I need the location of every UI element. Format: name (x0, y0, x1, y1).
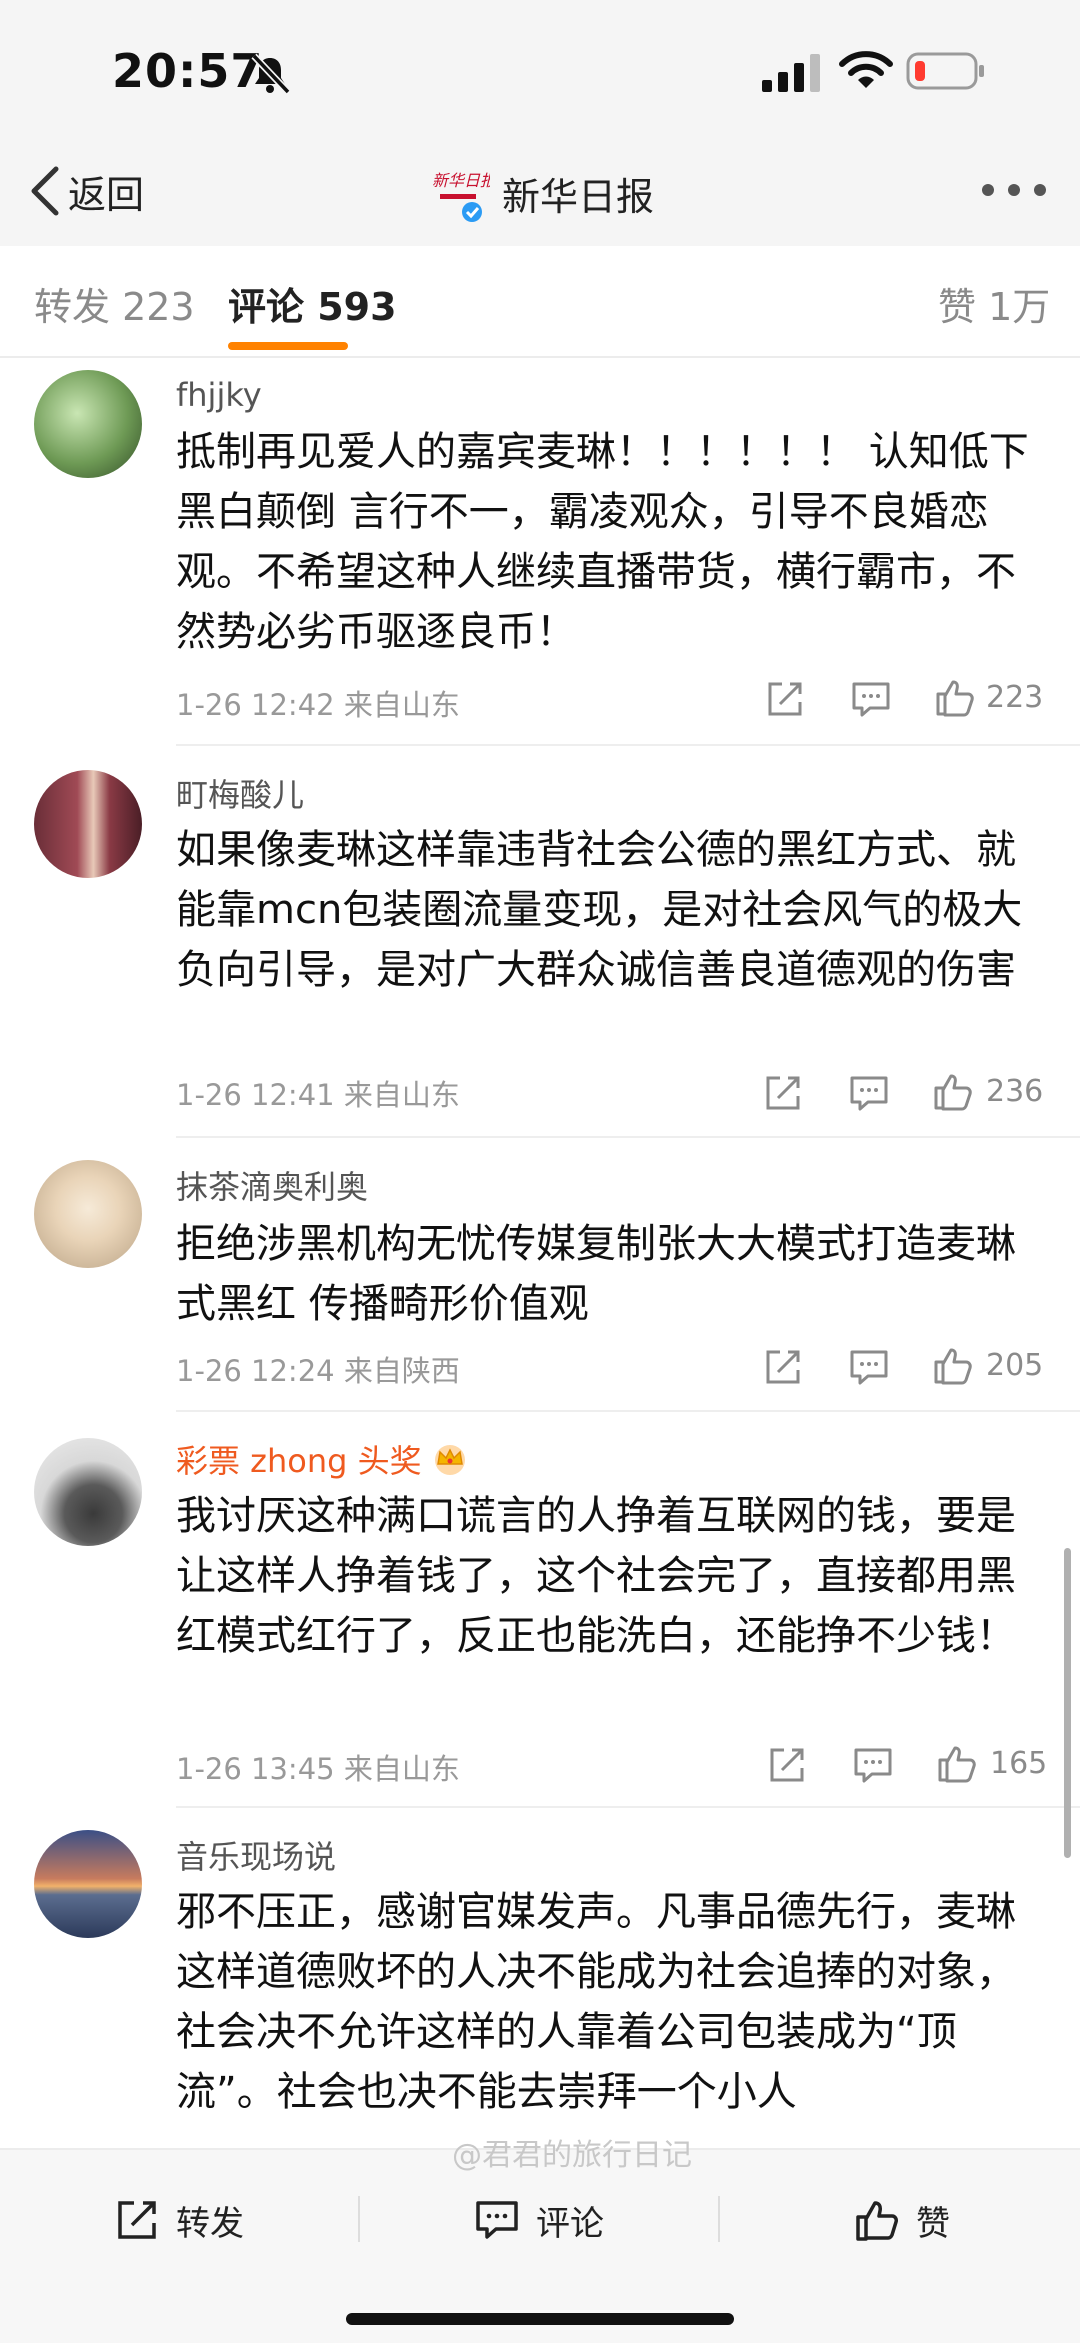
reply-icon[interactable] (848, 1346, 890, 1388)
comment-meta: 1-26 12:42 来自山东 (176, 688, 460, 722)
tab-like[interactable]: 赞 1万 (938, 276, 1050, 331)
like-count: 165 (990, 1746, 1048, 1781)
like-icon[interactable] (934, 676, 976, 718)
comment-divider (176, 1410, 1080, 1412)
comment-divider (176, 744, 1080, 746)
dot-icon (1034, 184, 1046, 196)
signal-icon (762, 54, 820, 92)
bell-muted-icon (251, 53, 291, 95)
tab-repost[interactable]: 转发 223 (34, 276, 195, 331)
comment-meta: 1-26 12:41 来自山东 (176, 1078, 460, 1112)
comment-text: 拒绝涉黑机构无忧传媒复制张大大模式打造麦琳式黑红 传播畸形价值观 (176, 1221, 1016, 1327)
status-time: 20:57 (112, 44, 264, 98)
comment-text: 抵制再见爱人的嘉宾麦琳！！！！！！ 认知低下 黑白颠倒 言行不一，霸凌观众，引导… (176, 429, 1029, 655)
back-button[interactable]: 返回 (28, 158, 144, 224)
comment-username-text: 彩票 zhong 头奖 (176, 1442, 422, 1480)
dot-icon (982, 184, 994, 196)
comment-username[interactable]: 音乐现场说 (176, 1832, 336, 1878)
comment-divider (176, 1806, 1080, 1808)
comment-button[interactable]: 评论 (474, 2190, 604, 2250)
scrollbar[interactable] (1064, 1548, 1071, 1858)
xinhua-daily-logo: 新华日报 (432, 171, 490, 222)
comment-username[interactable]: 抹茶滴奥利奥 (176, 1162, 368, 1208)
tab-comment[interactable]: 评论 593 (228, 276, 397, 331)
avatar[interactable] (34, 1160, 142, 1268)
watermark: @君君的旅行日记 (452, 2138, 692, 2173)
comment-text: 邪不压正，感谢官媒发声。凡事品德先行，麦琳这样道德败坏的人决不能成为社会追捧的对… (176, 1889, 1016, 2115)
battery-low-icon (906, 52, 984, 90)
bottom-action-bar: 转发 评论 赞 (0, 2148, 1080, 2343)
comment-username[interactable]: 町梅酸儿 (176, 770, 304, 816)
comment-divider (176, 1136, 1080, 1138)
nav-bar: 返回 新华日报 新华日报 (0, 140, 1080, 246)
comment-label: 评论 (536, 2203, 604, 2244)
repost-icon[interactable] (762, 1346, 804, 1388)
comment-username[interactable]: 彩票 zhong 头奖 (176, 1436, 470, 1482)
back-label: 返回 (68, 172, 145, 217)
dot-icon (1008, 184, 1020, 196)
wifi-icon (839, 51, 893, 88)
nav-account[interactable]: 新华日报 新华日报 (428, 160, 654, 226)
like-label: 赞 (916, 2203, 950, 2244)
page-title: 新华日报 (502, 174, 655, 219)
status-bar: 20:57 (0, 0, 1080, 140)
like-count: 236 (986, 1074, 1044, 1109)
more-options-button[interactable] (982, 178, 1046, 202)
avatar[interactable] (34, 1438, 142, 1546)
comment-username[interactable]: fhjjky (176, 376, 262, 414)
reply-icon[interactable] (850, 678, 892, 720)
repost-icon[interactable] (766, 1744, 808, 1786)
comment-icon (476, 2201, 518, 2239)
like-count: 205 (986, 1348, 1044, 1383)
comment-meta: 1-26 12:24 来自陕西 (176, 1354, 460, 1388)
tab-bar: 转发 223 评论 593 赞 1万 (0, 246, 1080, 358)
like-button[interactable]: 赞 (854, 2190, 950, 2250)
tab-active-indicator (228, 342, 348, 350)
repost-button[interactable]: 转发 (114, 2190, 244, 2250)
comment-meta: 1-26 13:45 来自山东 (176, 1752, 460, 1786)
crown-icon (434, 1445, 465, 1475)
reply-icon[interactable] (852, 1744, 894, 1786)
reply-icon[interactable] (848, 1072, 890, 1114)
repost-icon[interactable] (762, 1072, 804, 1114)
logo-text: 新华日报 (432, 171, 490, 190)
comment-text: 如果像麦琳这样靠违背社会公德的黑红方式、就能靠mcn包装圈流量变现，是对社会风气… (176, 827, 1023, 993)
repost-label: 转发 (176, 2203, 244, 2244)
like-icon[interactable] (932, 1070, 974, 1112)
avatar[interactable] (34, 1830, 142, 1938)
chevron-left-icon (31, 166, 59, 216)
avatar[interactable] (34, 370, 142, 478)
separator (718, 2196, 720, 2242)
repost-icon (118, 2201, 156, 2239)
like-count: 223 (986, 680, 1044, 715)
like-icon (856, 2201, 898, 2241)
home-indicator[interactable] (346, 2313, 734, 2325)
comment-text: 我讨厌这种满口谎言的人挣着互联网的钱，要是让这样人挣着钱了，这个社会完了，直接都… (176, 1493, 1016, 1659)
like-icon[interactable] (932, 1344, 974, 1386)
separator (358, 2196, 360, 2242)
avatar[interactable] (34, 770, 142, 878)
repost-icon[interactable] (764, 678, 806, 720)
like-icon[interactable] (936, 1742, 978, 1784)
